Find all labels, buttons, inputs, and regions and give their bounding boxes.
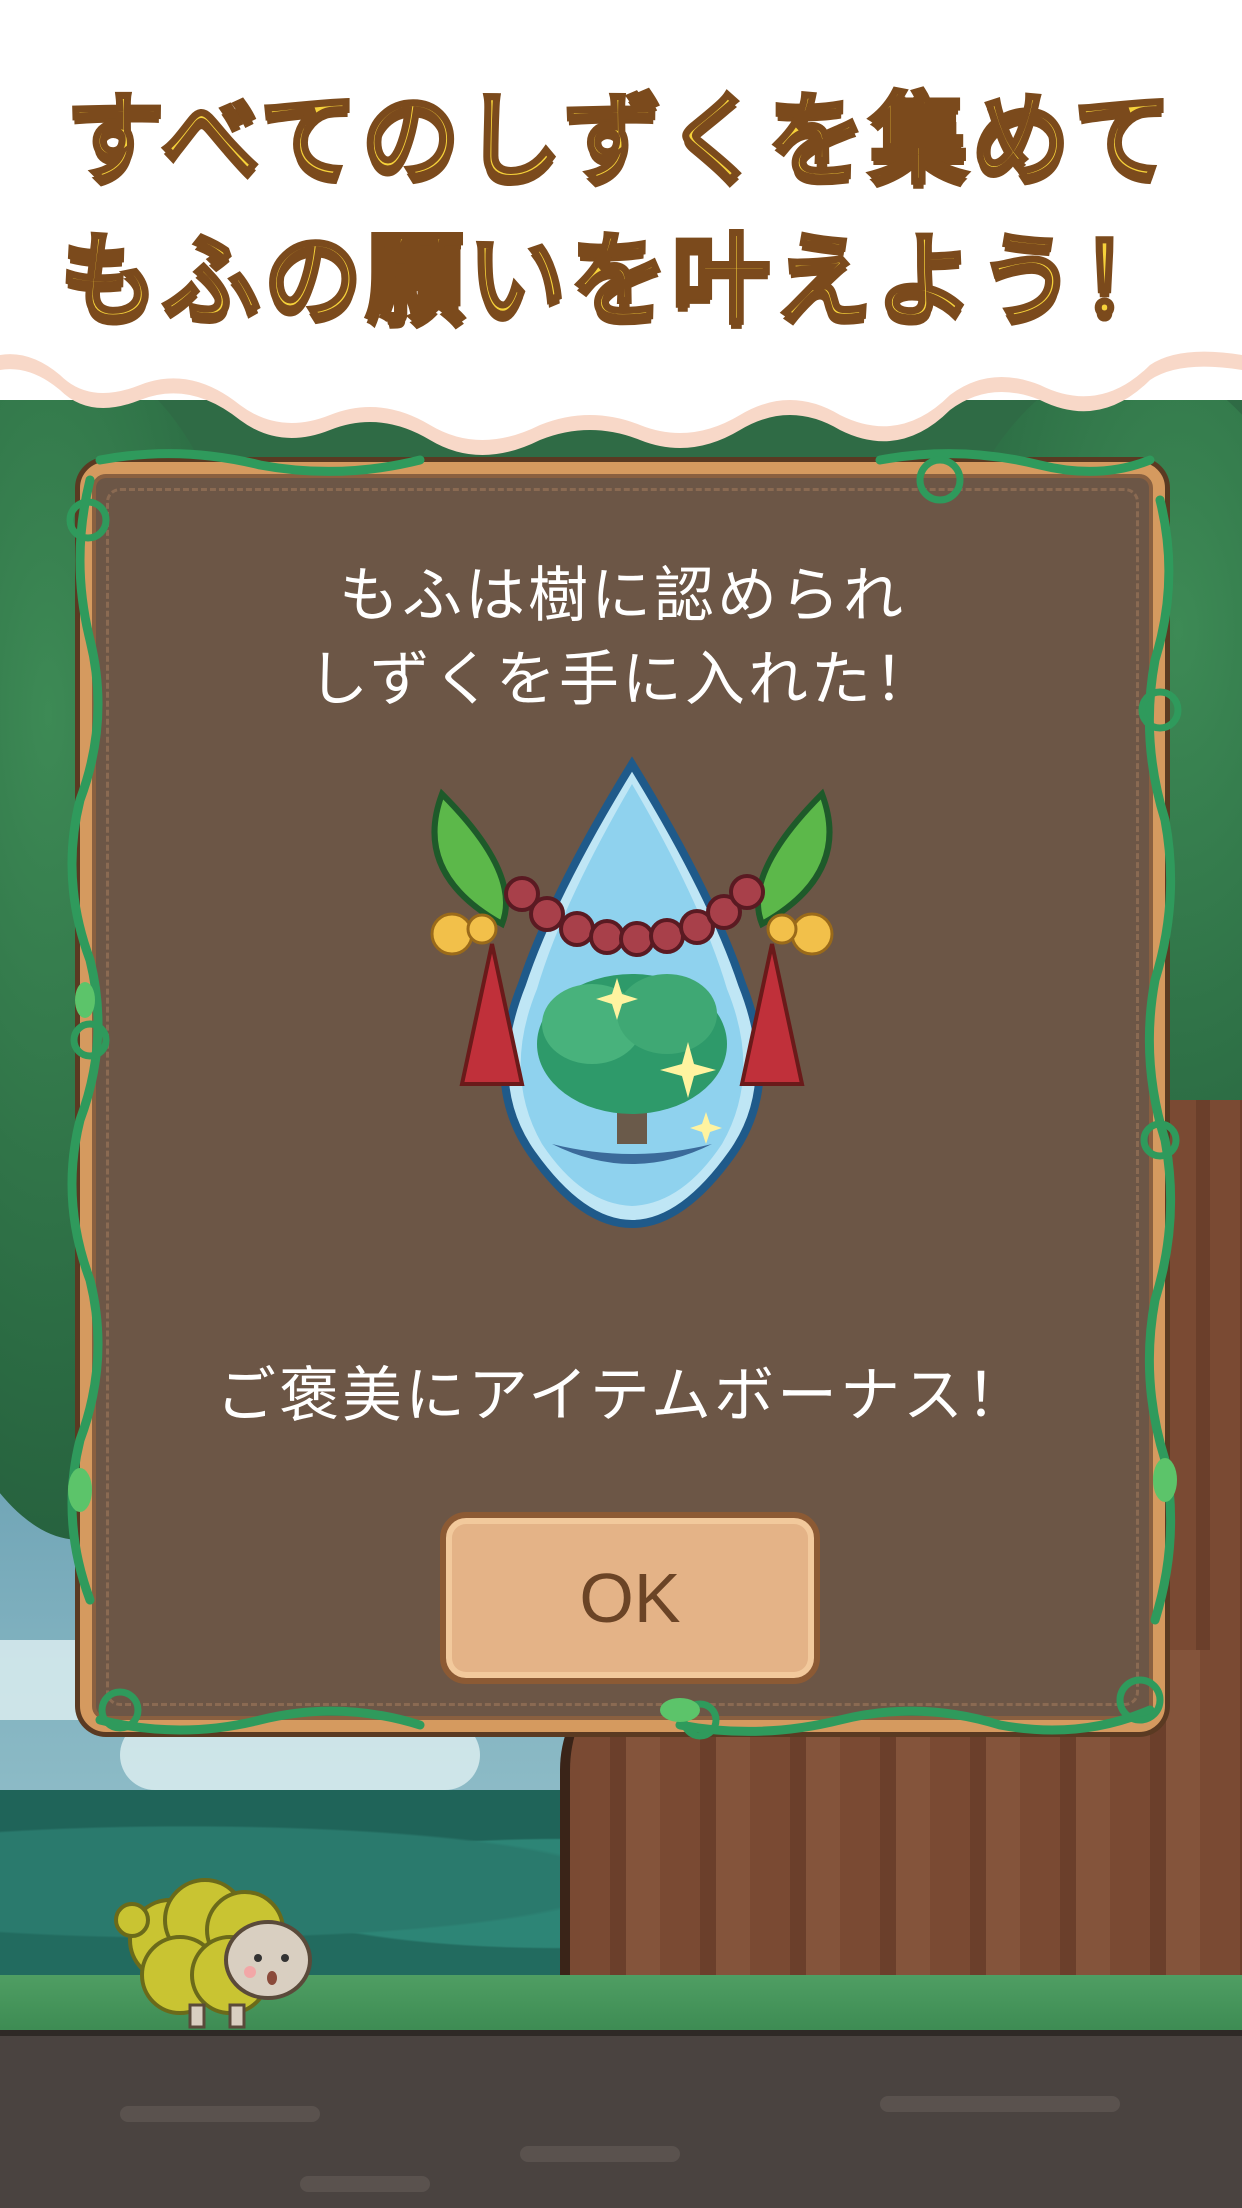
- vine-decoration: [66, 449, 1182, 1740]
- ground-stone: [300, 2176, 430, 2192]
- ground-stone: [520, 2146, 680, 2162]
- ground-stone: [120, 2106, 320, 2122]
- ground: [0, 2030, 1242, 2208]
- ground-stone: [880, 2096, 1120, 2112]
- mofu-sheep-character: [114, 1878, 312, 2029]
- banner-title-line2: もふの願いを叶えよう！: [58, 221, 1182, 339]
- banner-title-line1: すべてのしずくを集めて: [64, 81, 1176, 199]
